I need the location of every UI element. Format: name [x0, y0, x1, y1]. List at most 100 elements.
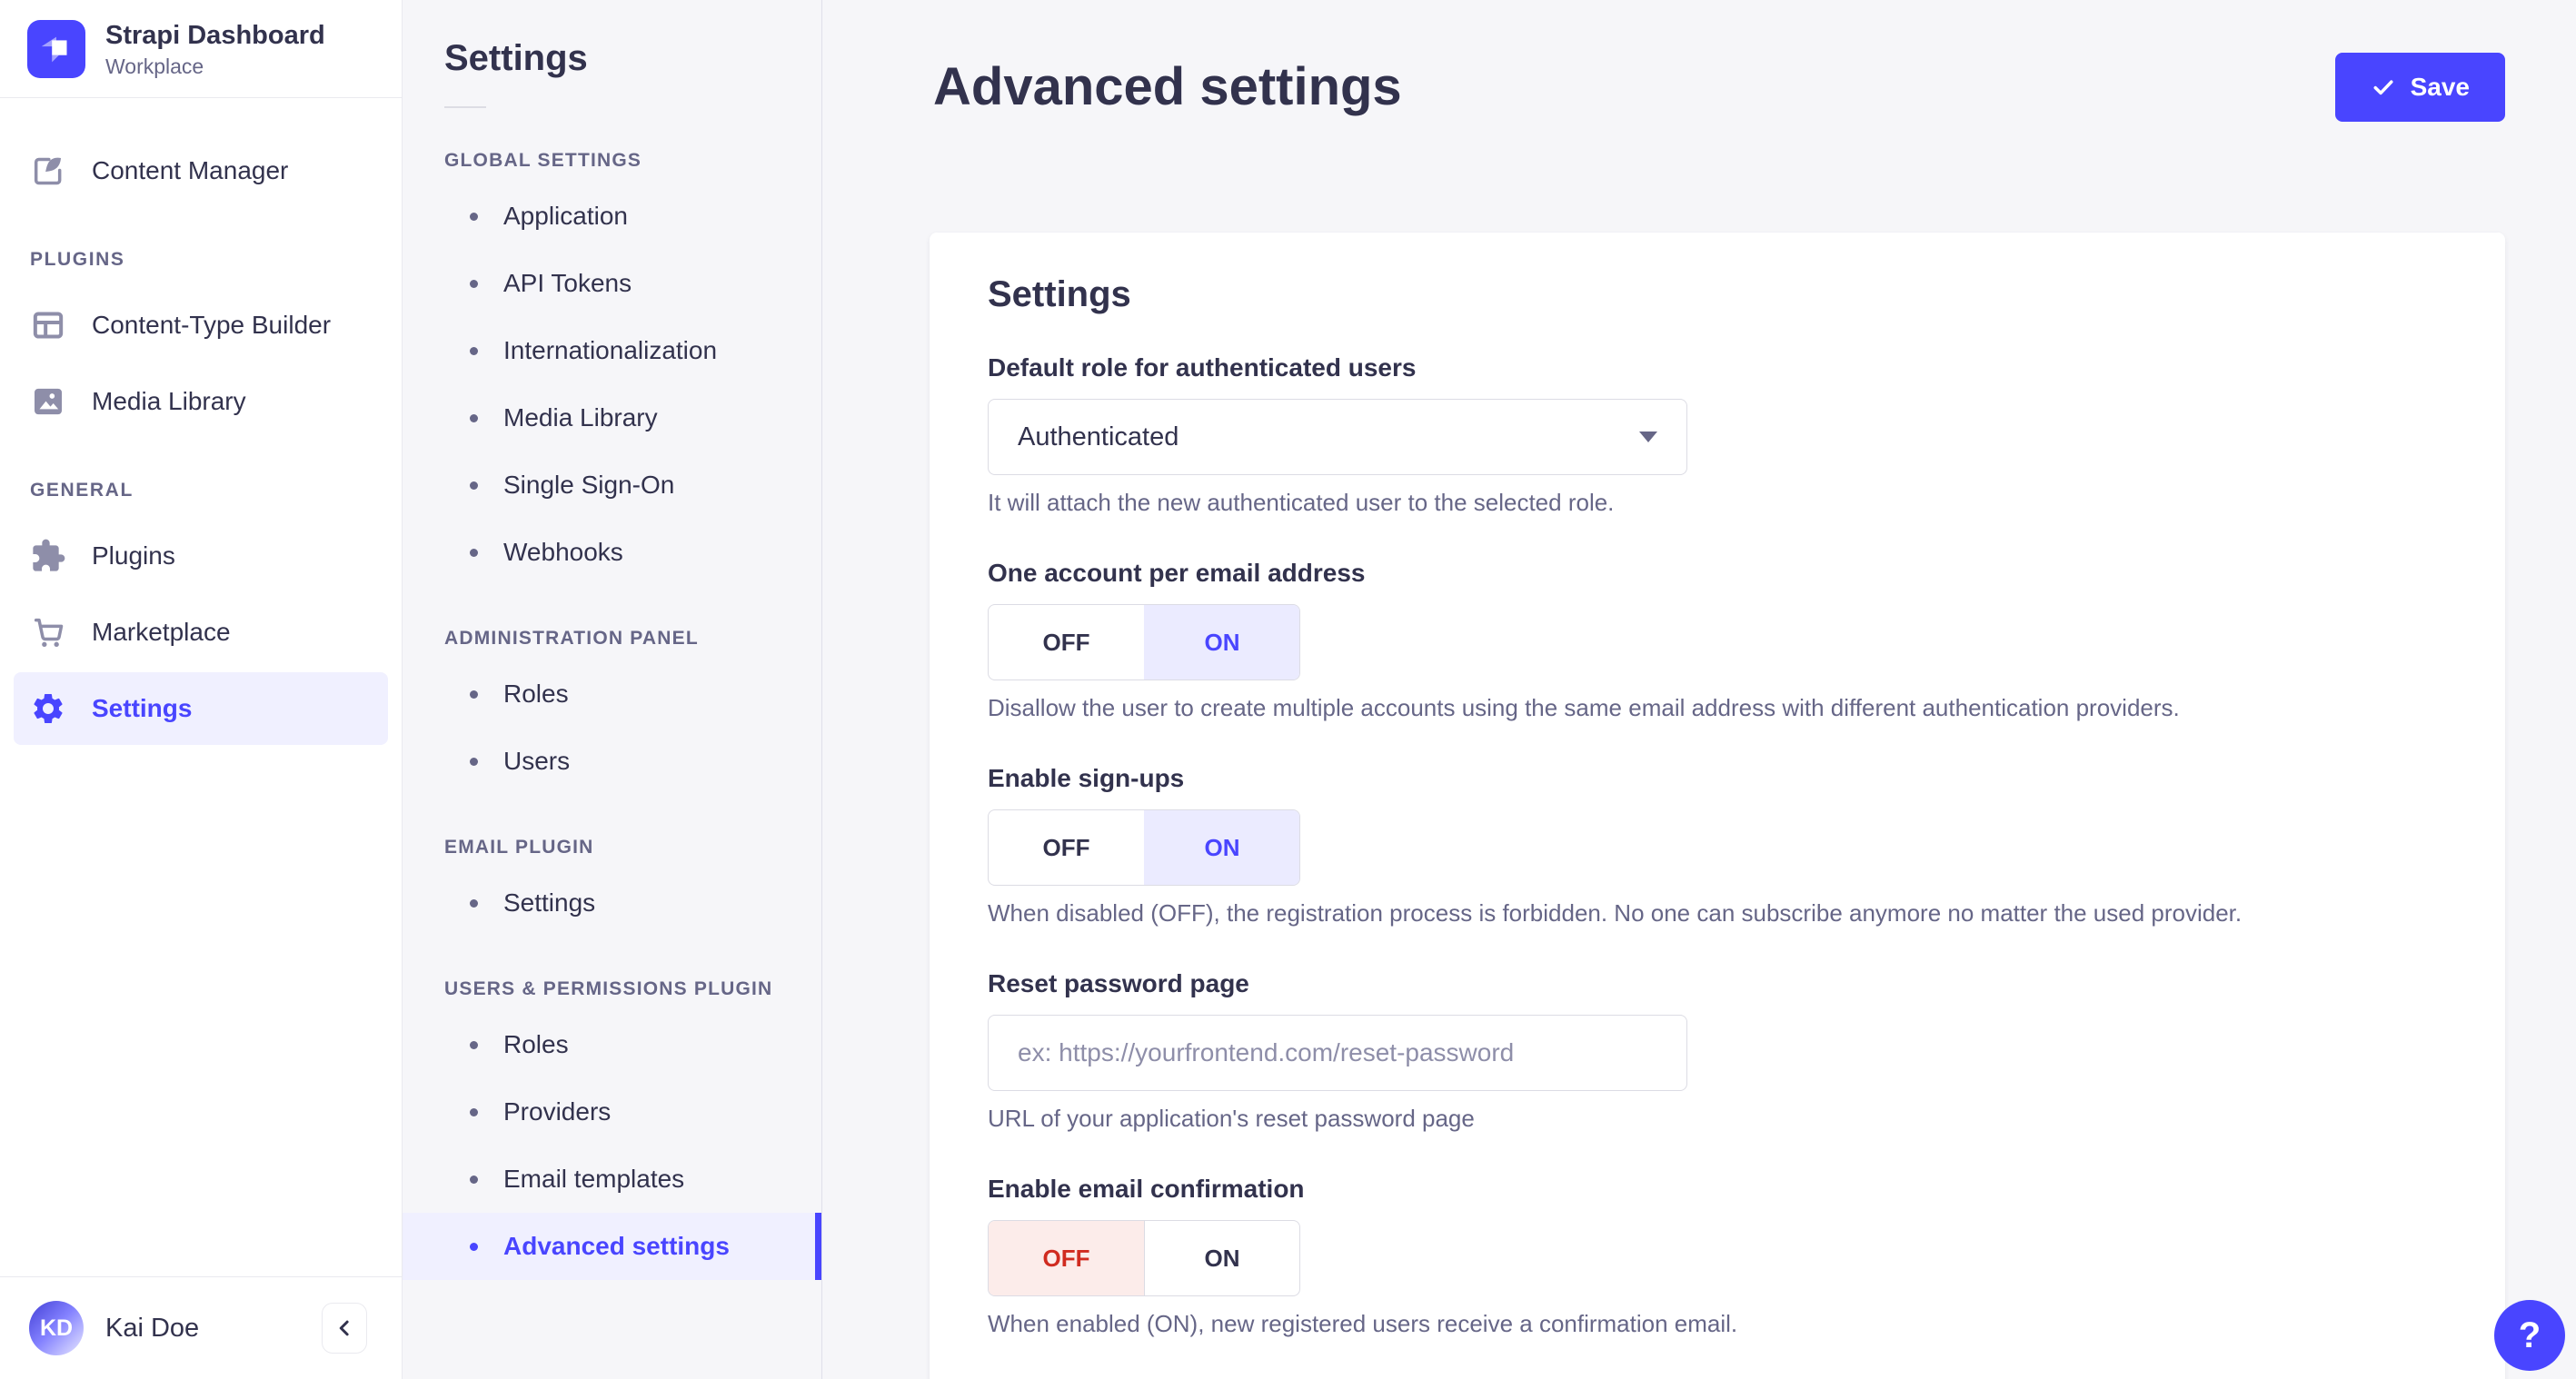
sidebar-item-media-library[interactable]: Media Library — [14, 365, 388, 438]
subnav-item-label: Advanced settings — [503, 1232, 730, 1260]
brand[interactable]: Strapi Dashboard Workplace — [0, 0, 402, 97]
media-library-icon — [30, 383, 66, 420]
subnav-section-global-settings: GLOBAL SETTINGS — [444, 150, 642, 171]
field-label: One account per email address — [988, 559, 1366, 587]
main-content: Advanced settings Save Settings Default … — [822, 0, 2576, 1379]
shopping-cart-icon — [30, 614, 66, 650]
bullet-icon — [470, 1040, 478, 1049]
subnav-item-label: Application — [503, 202, 628, 230]
settings-panel: Settings Default role for authenticated … — [930, 233, 2505, 1379]
bullet-icon — [470, 898, 478, 908]
subnav-item-label: Webhooks — [503, 538, 623, 566]
field-hint: URL of your application's reset password… — [988, 1105, 1475, 1132]
default-role-select[interactable]: Authenticated — [988, 399, 1687, 475]
sidebar-item-plugins[interactable]: Plugins — [14, 520, 388, 592]
sidebar-item-label: Plugins — [92, 541, 175, 570]
subnav-item-roles-admin[interactable]: Roles — [403, 660, 821, 728]
email-confirmation-toggle-on[interactable]: ON — [1144, 1221, 1299, 1295]
brand-title: Strapi Dashboard — [105, 21, 325, 50]
user-row: KD Kai Doe — [0, 1277, 402, 1379]
subnav-item-label: Media Library — [503, 403, 658, 432]
field-default-role: Default role for authenticated users Aut… — [988, 353, 2447, 517]
panel-title: Settings — [988, 274, 1131, 314]
sidebar-item-marketplace[interactable]: Marketplace — [14, 596, 388, 669]
content-manager-icon — [30, 153, 66, 189]
puzzle-icon — [30, 538, 66, 574]
field-enable-signups: Enable sign-ups OFF ON When disabled (OF… — [988, 764, 2447, 928]
gear-icon — [30, 690, 66, 727]
subnav-item-label: Internationalization — [503, 336, 718, 364]
field-label: Enable sign-ups — [988, 764, 1185, 792]
brand-subtitle: Workplace — [105, 54, 204, 78]
sidebar-nav: Content Manager PLUGINS Content-Type Bui… — [0, 98, 402, 1276]
page-header: Advanced settings Save — [822, 0, 2576, 122]
chevron-left-icon — [331, 1315, 358, 1342]
field-hint: Disallow the user to create multiple acc… — [988, 694, 2180, 721]
save-button[interactable]: Save — [2334, 53, 2505, 122]
subnav-item-label: Providers — [503, 1097, 612, 1126]
strapi-logo-icon — [27, 20, 85, 79]
field-label: Enable email confirmation — [988, 1175, 1305, 1203]
email-confirmation-toggle: OFF ON — [988, 1220, 1300, 1296]
subnav-item-email-settings[interactable]: Settings — [403, 869, 821, 937]
subnav-item-webhooks[interactable]: Webhooks — [403, 519, 821, 586]
save-button-label: Save — [2410, 73, 2470, 101]
field-email-confirmation: Enable email confirmation OFF ON When en… — [988, 1175, 2447, 1338]
collapse-sidebar-button[interactable] — [322, 1303, 367, 1354]
subnav-item-media-library[interactable]: Media Library — [403, 384, 821, 451]
main-sidebar: Strapi Dashboard Workplace Content Manag… — [0, 0, 403, 1379]
subnav-item-advanced-settings[interactable]: Advanced settings — [403, 1213, 821, 1280]
subnav-item-label: Roles — [503, 680, 569, 708]
settings-subnav: Settings GLOBAL SETTINGS Application API… — [403, 0, 822, 1379]
subnav-title: Settings — [444, 38, 588, 78]
enable-signups-toggle: OFF ON — [988, 809, 1300, 886]
enable-signups-toggle-on[interactable]: ON — [1144, 810, 1299, 885]
question-mark-icon: ? — [2518, 1315, 2541, 1355]
sidebar-item-content-manager[interactable]: Content Manager — [14, 134, 388, 207]
caret-down-icon — [1639, 432, 1657, 442]
subnav-item-users[interactable]: Users — [403, 728, 821, 795]
subnav-item-internationalization[interactable]: Internationalization — [403, 317, 821, 384]
bullet-icon — [470, 346, 478, 355]
check-icon — [2371, 74, 2396, 100]
sidebar-item-label: Content-Type Builder — [92, 310, 332, 339]
sidebar-item-content-type-builder[interactable]: Content-Type Builder — [14, 289, 388, 362]
sidebar-section-general: GENERAL — [30, 479, 134, 501]
email-confirmation-toggle-off[interactable]: OFF — [989, 1221, 1144, 1295]
field-hint: When enabled (ON), new registered users … — [988, 1310, 1738, 1337]
reset-password-input[interactable] — [988, 1015, 1687, 1091]
avatar: KD — [29, 1301, 84, 1355]
default-role-selected-value: Authenticated — [1018, 422, 1179, 451]
sidebar-item-label: Media Library — [92, 386, 246, 415]
field-label: Reset password page — [988, 969, 1249, 997]
bullet-icon — [470, 757, 478, 766]
field-hint: It will attach the new authenticated use… — [988, 489, 1615, 516]
bullet-icon — [470, 1107, 478, 1116]
sidebar-item-label: Settings — [92, 693, 193, 722]
one-account-toggle-off[interactable]: OFF — [989, 605, 1144, 680]
subnav-item-email-templates[interactable]: Email templates — [403, 1146, 821, 1213]
one-account-toggle-on[interactable]: ON — [1144, 605, 1299, 680]
subnav-item-label: Single Sign-On — [503, 471, 675, 499]
bullet-icon — [470, 1242, 478, 1251]
subnav-item-providers[interactable]: Providers — [403, 1078, 821, 1146]
field-label: Default role for authenticated users — [988, 353, 1417, 382]
sidebar-item-settings[interactable]: Settings — [14, 671, 388, 745]
sidebar-item-label: Marketplace — [92, 617, 231, 646]
content-type-builder-icon — [30, 307, 66, 343]
sidebar-footer: KD Kai Doe — [0, 1276, 402, 1379]
subnav-item-roles-up[interactable]: Roles — [403, 1011, 821, 1078]
user-name: Kai Doe — [105, 1313, 200, 1343]
subnav-item-single-sign-on[interactable]: Single Sign-On — [403, 451, 821, 519]
subnav-section-email-plugin: EMAIL PLUGIN — [444, 837, 594, 858]
subnav-item-application[interactable]: Application — [403, 183, 821, 250]
subnav-item-api-tokens[interactable]: API Tokens — [403, 250, 821, 317]
brand-text: Strapi Dashboard Workplace — [105, 20, 325, 79]
field-one-account: One account per email address OFF ON Dis… — [988, 559, 2447, 722]
bullet-icon — [470, 279, 478, 288]
enable-signups-toggle-off[interactable]: OFF — [989, 810, 1144, 885]
help-button[interactable]: ? — [2494, 1300, 2565, 1371]
bullet-icon — [470, 548, 478, 557]
subnav-item-label: Email templates — [503, 1165, 685, 1193]
page-title: Advanced settings — [933, 56, 1402, 116]
